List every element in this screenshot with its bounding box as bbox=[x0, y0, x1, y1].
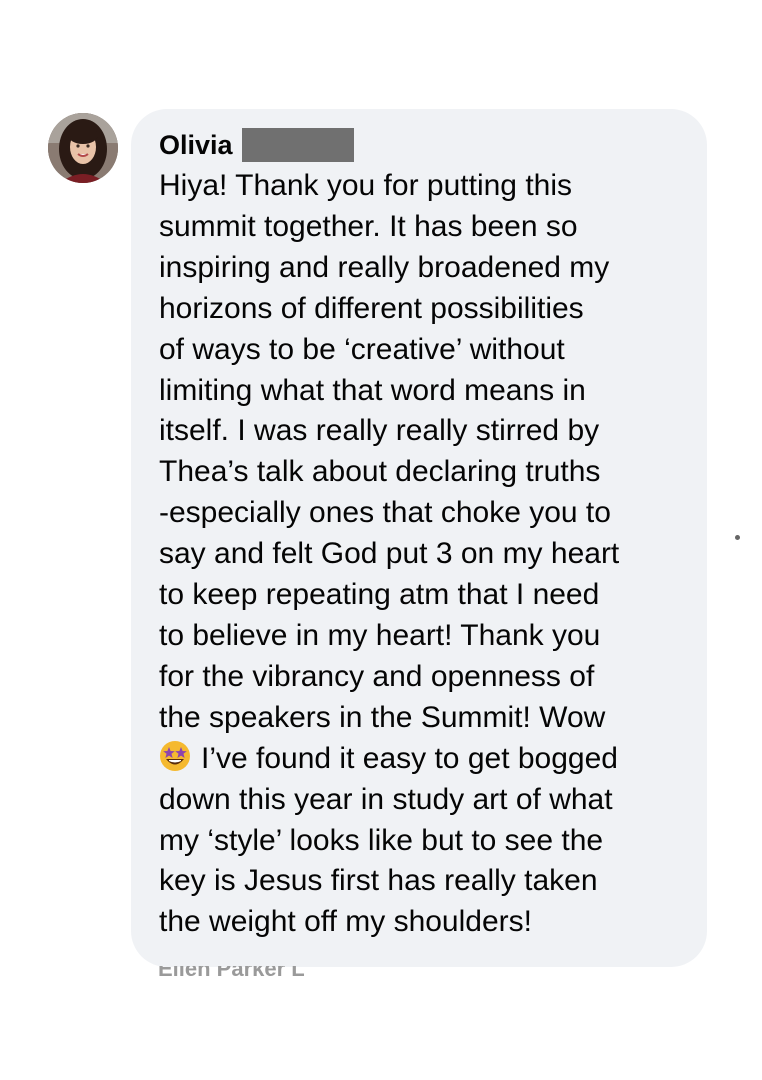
next-comment-peek: Ellen Parker L bbox=[158, 966, 358, 980]
comment-text: Hiya! Thank you for putting this summit … bbox=[159, 166, 685, 943]
author-name[interactable]: Olivia bbox=[159, 126, 233, 164]
star-struck-emoji bbox=[159, 740, 191, 772]
avatar[interactable] bbox=[48, 113, 118, 183]
next-comment-author: Ellen Parker L bbox=[158, 966, 305, 980]
comment-bubble: Olivia Hiya! Thank you for putting this … bbox=[131, 109, 707, 967]
profile-photo-icon bbox=[48, 113, 118, 183]
scan-artifact-dot bbox=[735, 535, 740, 540]
redacted-surname-block bbox=[241, 128, 354, 162]
comment-author-row: Olivia bbox=[159, 126, 685, 164]
comment-text-part-2: I’ve found it easy to get bogged down th… bbox=[159, 741, 618, 939]
comment-text-part-1: Hiya! Thank you for putting this summit … bbox=[159, 169, 620, 734]
